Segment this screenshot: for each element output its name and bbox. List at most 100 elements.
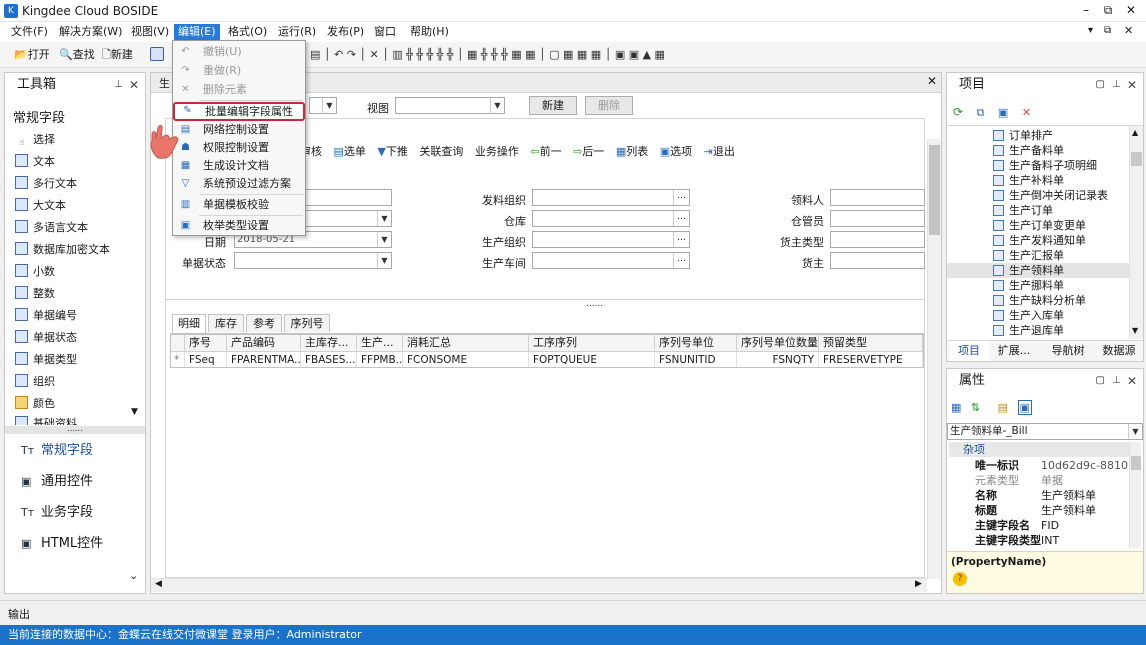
toolbox-item-billstatus[interactable]: 单据状态 xyxy=(15,329,77,347)
copy-structure-icon[interactable]: ▣ xyxy=(998,106,1008,119)
grid-cell[interactable]: FCONSOME xyxy=(403,352,529,367)
tree-item[interactable]: 生产备料子项明细 xyxy=(993,158,1097,173)
grid-header-product-code[interactable]: 产品编码 xyxy=(227,335,301,352)
tab-extension[interactable]: 扩展... xyxy=(991,341,1037,361)
toolbox-item-color[interactable]: 颜色 xyxy=(15,395,55,413)
grid-cell[interactable]: FFPMB... xyxy=(357,352,403,367)
tab-serial[interactable]: 序列号 xyxy=(284,314,330,332)
scroll-up-icon[interactable]: ▲ xyxy=(1132,128,1138,137)
tab-nav-tree[interactable]: 导航树 xyxy=(1043,341,1093,361)
pin-icon[interactable]: ⊥ xyxy=(1112,369,1121,393)
field-warehouse-input[interactable]: … xyxy=(532,210,690,227)
panel-menu-icon[interactable]: ▢ xyxy=(1096,369,1105,393)
tab-project[interactable]: 项目 xyxy=(949,341,989,361)
pin-icon[interactable]: ⊥ xyxy=(114,73,123,97)
document-tab[interactable]: 生 xyxy=(159,75,170,91)
action-business-op[interactable]: 业务操作 xyxy=(475,145,519,158)
category-common-controls[interactable]: ▣ 通用控件 xyxy=(21,471,93,493)
new-view-button[interactable]: 新建 xyxy=(529,96,577,115)
save-icon[interactable] xyxy=(150,47,164,61)
form-splitter[interactable]: ...... xyxy=(586,299,603,309)
action-next[interactable]: 后一 xyxy=(582,145,604,158)
menu-close-icon[interactable]: ✕ xyxy=(1124,24,1133,37)
view-dropdown[interactable]: ▼ xyxy=(395,97,505,114)
chevron-down-icon[interactable]: ⌄ xyxy=(129,569,138,582)
tab-detail[interactable]: 明细 xyxy=(172,314,206,333)
action-related-query[interactable]: 关联查询 xyxy=(419,145,463,158)
refresh-icon[interactable]: ⟳ xyxy=(953,105,963,119)
toolbox-item-billno[interactable]: 单据编号 xyxy=(15,307,77,325)
tree-item[interactable]: 生产倒冲关闭记录表 xyxy=(993,188,1108,203)
filter-dropdown[interactable]: ▼ xyxy=(309,97,337,114)
category-html-controls[interactable]: ▣ HTML控件 xyxy=(21,533,103,555)
menu-pin-icon[interactable]: ▾ xyxy=(1088,25,1093,36)
delete-icon[interactable]: ✕ xyxy=(1022,106,1031,119)
property-row[interactable]: 元素类型 单据 xyxy=(949,473,1139,488)
field-owner-type-input[interactable] xyxy=(830,231,925,248)
tree-item[interactable]: 生产挪料单 xyxy=(993,278,1064,293)
find-button[interactable]: 🔍查找 xyxy=(59,47,95,63)
toolbox-splitter[interactable]: ...... xyxy=(5,425,145,434)
toolbar-icon-strip[interactable]: ▤ │ ↶ ↷ │ ✕ │ ▥ ╬ ╬ ╬ ╬ ╬ │ ▦ ╬ ╬ ╬ ▦ ▦ … xyxy=(310,47,665,63)
menu-solution[interactable]: 解决方案(W) xyxy=(55,24,126,40)
tree-item[interactable]: 生产补料单 xyxy=(993,173,1064,188)
restore-button[interactable]: ⧉ xyxy=(1097,3,1119,19)
toolbox-item-multilang[interactable]: 多语言文本 xyxy=(15,219,88,237)
property-row[interactable]: 名称 生产领料单 xyxy=(949,488,1139,503)
field-billstatus-input[interactable]: ▼ xyxy=(234,252,392,269)
grid-cell[interactable]: FBASES... xyxy=(301,352,357,367)
menu-item-filter-scheme[interactable]: ▽ 系统预设过滤方案 xyxy=(173,175,305,193)
tab-datasource[interactable]: 数据源 xyxy=(1095,341,1143,361)
tree-item[interactable]: 生产汇报单 xyxy=(993,248,1064,263)
scroll-right-icon[interactable]: ▶ xyxy=(915,579,922,589)
close-icon[interactable]: ✕ xyxy=(1127,73,1137,97)
toolbox-item-org[interactable]: 组织 xyxy=(15,373,55,391)
ellipsis-icon[interactable]: … xyxy=(673,232,689,247)
scroll-thumb[interactable] xyxy=(929,145,940,235)
copy-icon[interactable]: ⧉ xyxy=(977,106,985,119)
grid-cell[interactable]: FPARENTMA... xyxy=(227,352,301,367)
ellipsis-icon[interactable]: … xyxy=(673,211,689,226)
sort-icon[interactable]: ⇅ xyxy=(971,401,980,414)
ellipsis-icon[interactable]: … xyxy=(673,253,689,268)
grid-header-operation[interactable]: 工序序列 xyxy=(529,335,655,352)
toolbox-item-decimal[interactable]: 小数 xyxy=(15,263,55,281)
tree-item[interactable]: 生产退库单 xyxy=(993,323,1064,338)
delete-view-button[interactable]: 删除 xyxy=(585,96,633,115)
toolbox-item-text[interactable]: 文本 xyxy=(15,153,55,171)
menu-item-redo[interactable]: ↷ 重做(R) xyxy=(173,62,305,80)
grid-cell[interactable]: FSNUNITID xyxy=(655,352,737,367)
menu-item-delete-element[interactable]: ✕ 删除元素 xyxy=(173,81,305,99)
grid-header-seq[interactable]: 序号 xyxy=(185,335,227,352)
output-tab[interactable]: 输出 xyxy=(8,606,30,622)
category-common-fields[interactable]: Tт 常规字段 xyxy=(21,440,93,462)
category-business-fields[interactable]: Tт 业务字段 xyxy=(21,502,93,524)
menu-window[interactable]: 窗口 xyxy=(370,24,400,40)
menu-help[interactable]: 帮助(H) xyxy=(406,24,453,40)
menu-item-generate-doc[interactable]: ▦ 生成设计文档 xyxy=(173,157,305,175)
tree-item[interactable]: 订单排产 xyxy=(993,128,1053,143)
new-button[interactable]: 🗋新建 xyxy=(102,47,133,63)
menu-item-network-control[interactable]: ▤ 网络控制设置 xyxy=(173,121,305,139)
action-options[interactable]: 选项 xyxy=(670,145,692,158)
close-button[interactable]: ✕ xyxy=(1120,3,1142,19)
field-picker-input[interactable] xyxy=(830,189,925,206)
tree-item[interactable]: 生产订单 xyxy=(993,203,1053,218)
minimize-button[interactable]: – xyxy=(1075,3,1097,19)
menu-view[interactable]: 视图(V) xyxy=(127,24,173,40)
grid-cell[interactable]: FSeq xyxy=(185,352,227,367)
property-pages-icon[interactable]: ▤ xyxy=(998,401,1008,414)
property-row[interactable]: 主键字段名 FID xyxy=(949,518,1139,533)
action-previous[interactable]: 前一 xyxy=(540,145,562,158)
categorized-icon[interactable]: ▦ xyxy=(951,401,961,414)
field-issue-org-input[interactable]: … xyxy=(532,189,690,206)
menu-publish[interactable]: 发布(P) xyxy=(323,24,368,40)
tree-item-selected[interactable]: 生产领料单 xyxy=(947,263,1129,278)
grid-header-main-stock[interactable]: 主库存... xyxy=(301,335,357,352)
toolbox-item-integer[interactable]: 整数 xyxy=(15,285,55,303)
property-row[interactable]: 唯一标识 10d62d9c-8810... xyxy=(949,458,1139,473)
toolbox-item-bigtext[interactable]: 大文本 xyxy=(15,197,66,215)
grid-header-consume[interactable]: 消耗汇总 xyxy=(403,335,529,352)
grid-header-sn-qty[interactable]: 序列号单位数量 xyxy=(737,335,819,352)
property-row[interactable]: 标题 生产领料单 xyxy=(949,503,1139,518)
